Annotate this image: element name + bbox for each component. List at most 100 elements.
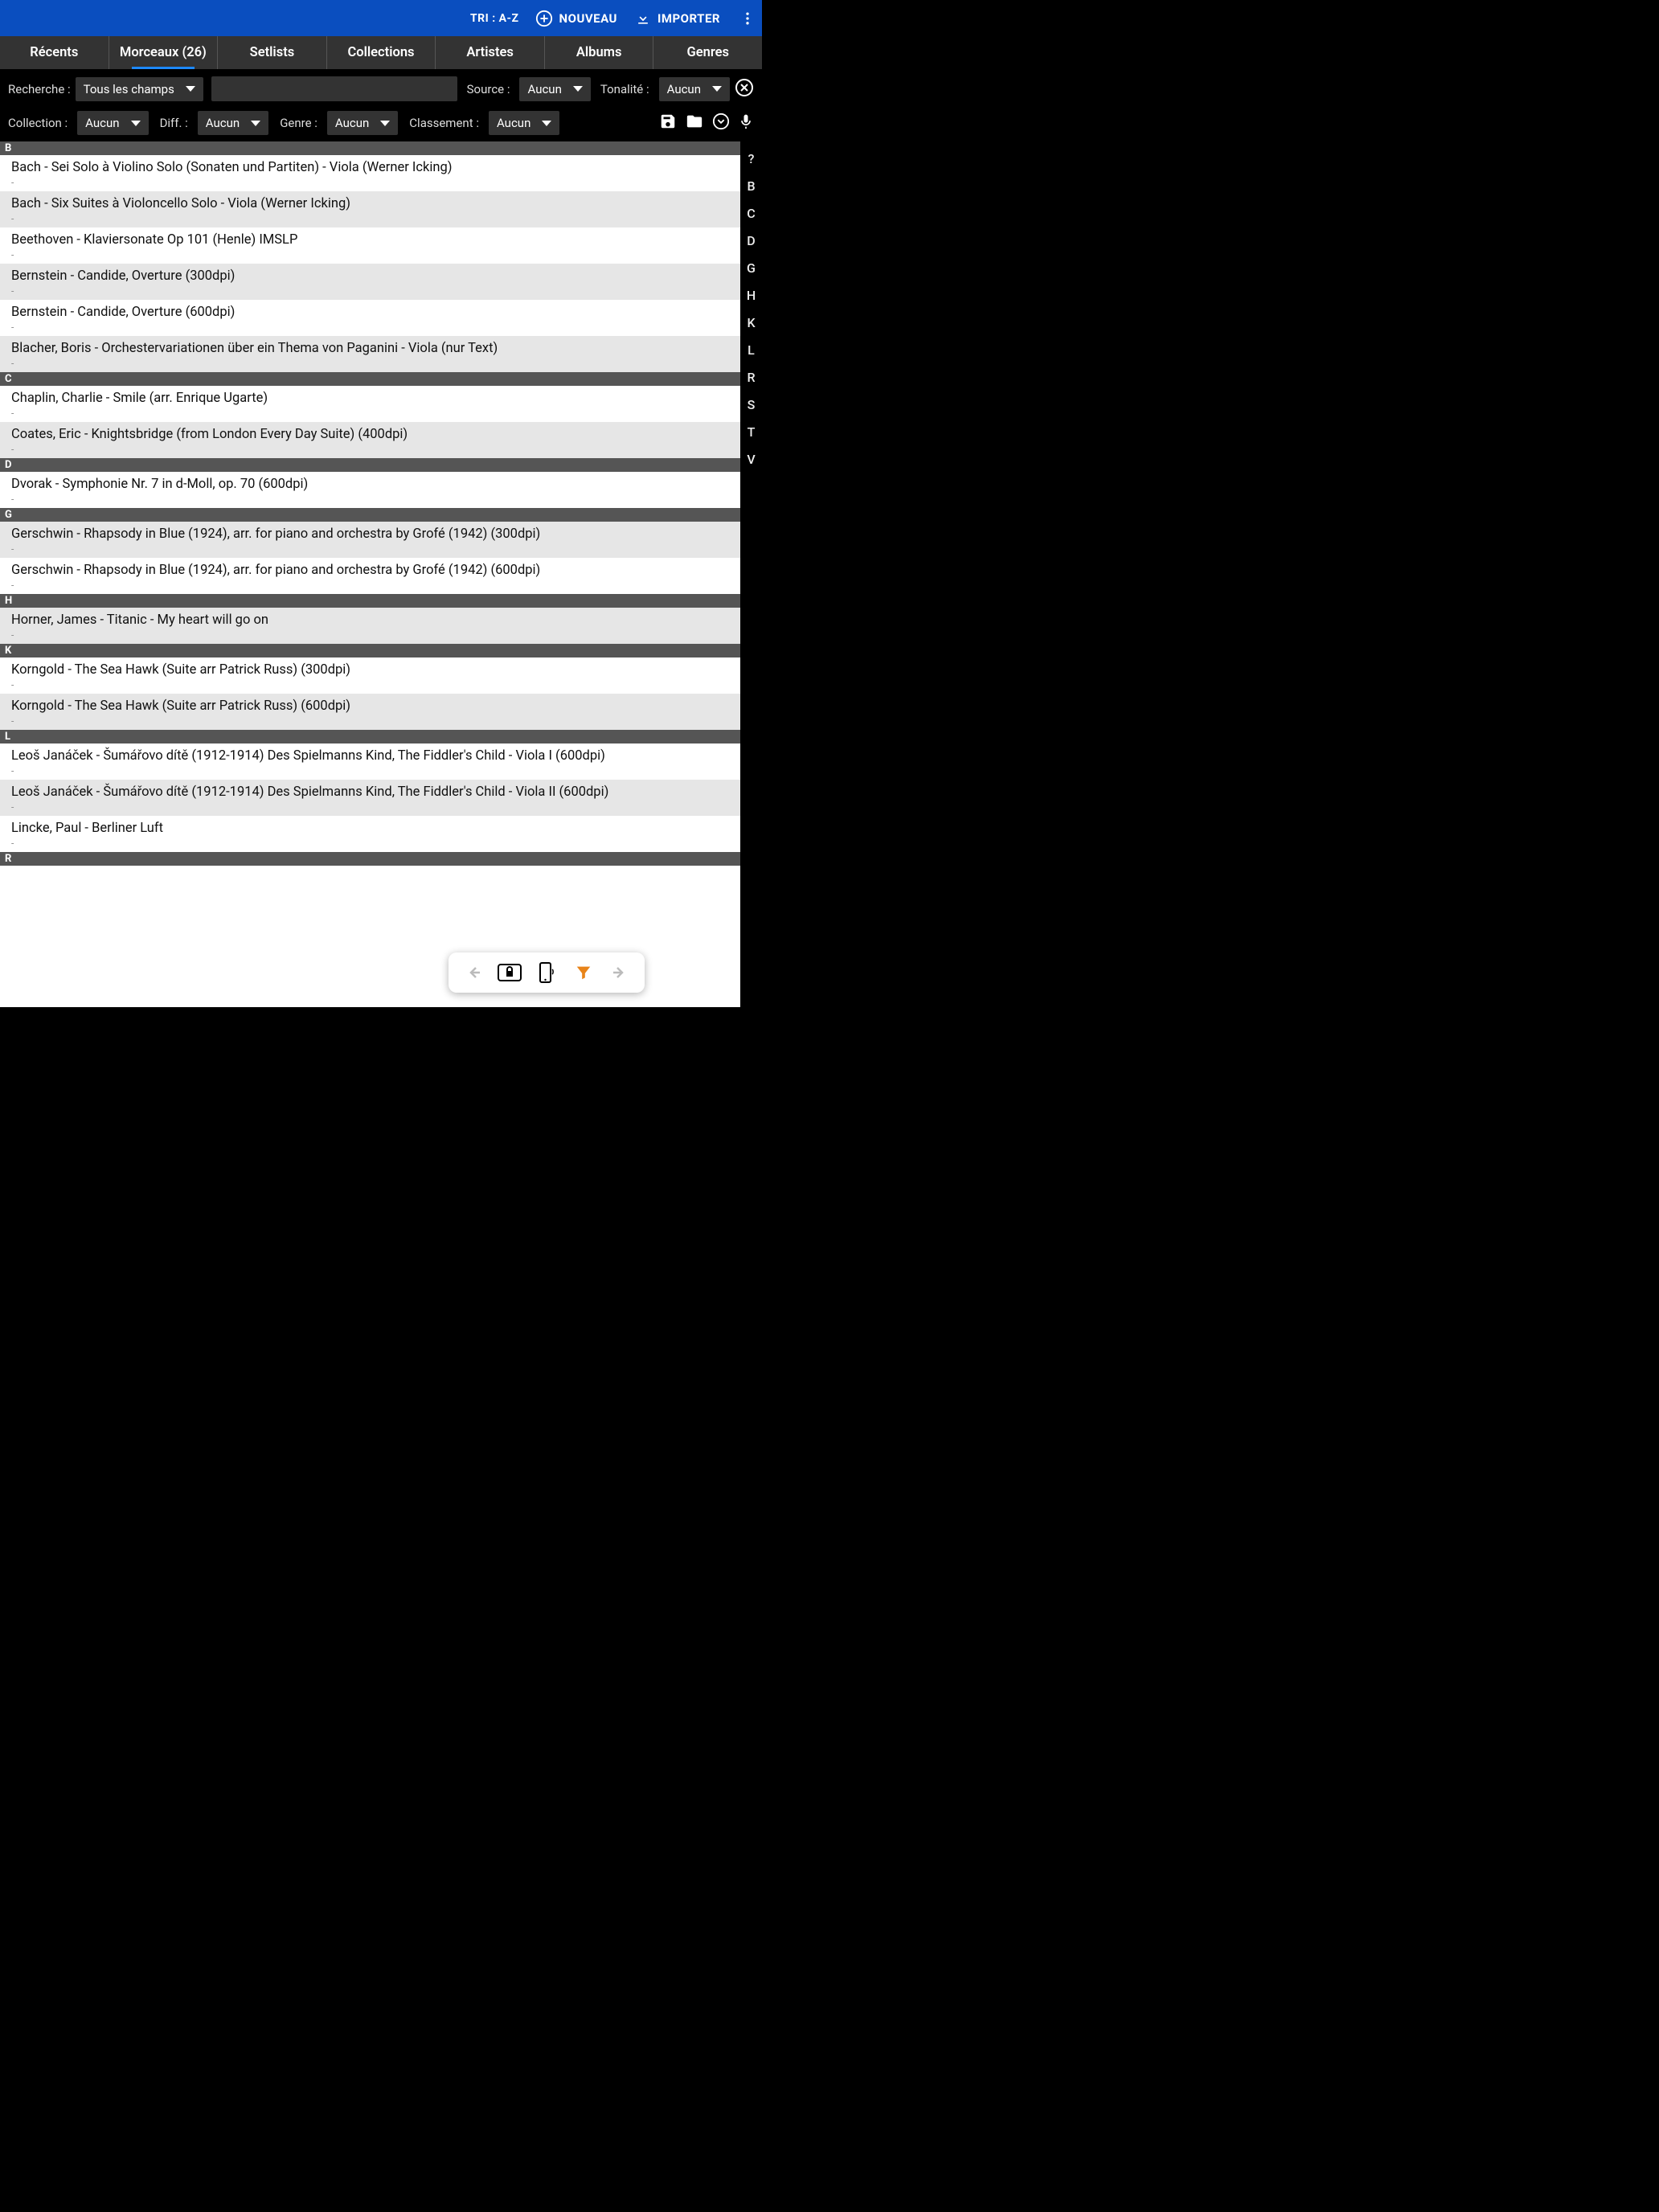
dropdown-circle-button[interactable] xyxy=(712,113,730,133)
song-row[interactable]: Gerschwin - Rhapsody in Blue (1924), arr… xyxy=(0,558,740,594)
alpha-index-letter[interactable]: H xyxy=(747,281,756,309)
sort-button[interactable]: TRI : A-Z xyxy=(470,12,519,25)
song-title: Korngold - The Sea Hawk (Suite arr Patri… xyxy=(11,698,729,714)
list-container: B Bach - Sei Solo à Violino Solo (Sonaten… xyxy=(0,141,762,1007)
source-select[interactable]: Aucun xyxy=(519,77,590,101)
song-row[interactable]: Bach - Sei Solo à Violino Solo (Sonaten … xyxy=(0,155,740,191)
search-field-value: Tous les champs xyxy=(84,82,174,96)
tab-genres[interactable]: Genres xyxy=(653,36,762,69)
alpha-index-letter[interactable]: K xyxy=(747,309,755,336)
alpha-index-letter[interactable]: R xyxy=(747,363,755,391)
source-value: Aucun xyxy=(527,82,561,96)
device-button[interactable] xyxy=(532,962,561,983)
chevron-down-icon xyxy=(131,121,141,126)
song-row[interactable]: Coates, Eric - Knightsbridge (from Londo… xyxy=(0,422,740,458)
save-button[interactable] xyxy=(659,113,677,133)
song-subtitle: - xyxy=(11,408,729,419)
more-menu-button[interactable] xyxy=(738,10,757,27)
tab-songs[interactable]: Morceaux (26) xyxy=(109,36,219,69)
key-select[interactable]: Aucun xyxy=(659,77,730,101)
song-title: Dvorak - Symphonie Nr. 7 in d-Moll, op. … xyxy=(11,477,729,492)
song-subtitle: - xyxy=(11,249,729,260)
alpha-index-letter[interactable]: C xyxy=(747,199,755,227)
tab-recents[interactable]: Récents xyxy=(0,36,109,69)
lock-rotation-button[interactable] xyxy=(495,964,524,981)
song-row[interactable]: Korngold - The Sea Hawk (Suite arr Patri… xyxy=(0,657,740,694)
clear-filters-button[interactable] xyxy=(735,78,754,100)
song-row[interactable]: Bernstein - Candide, Overture (600dpi)- xyxy=(0,300,740,336)
search-input[interactable] xyxy=(211,76,457,101)
song-row[interactable]: Chaplin, Charlie - Smile (arr. Enrique U… xyxy=(0,386,740,422)
key-label: Tonalité : xyxy=(600,82,649,96)
import-button-label: IMPORTER xyxy=(657,11,720,26)
alpha-index-letter[interactable]: ? xyxy=(748,145,755,172)
alpha-index: ?BCDGHKLRSTV xyxy=(740,141,762,473)
tab-collections[interactable]: Collections xyxy=(327,36,436,69)
collection-select[interactable]: Aucun xyxy=(77,111,148,135)
arrow-right-icon xyxy=(610,963,629,982)
folder-button[interactable] xyxy=(685,113,704,133)
song-subtitle: - xyxy=(11,679,729,690)
section-header: R xyxy=(0,852,740,866)
genre-value: Aucun xyxy=(335,116,369,130)
download-icon xyxy=(635,10,651,27)
diff-select[interactable]: Aucun xyxy=(198,111,268,135)
song-row[interactable]: Korngold - The Sea Hawk (Suite arr Patri… xyxy=(0,694,740,730)
alpha-index-letter[interactable]: B xyxy=(747,172,755,199)
import-button[interactable]: IMPORTER xyxy=(635,10,720,27)
alpha-index-letter[interactable]: V xyxy=(747,445,755,473)
song-row[interactable]: Lincke, Paul - Berliner Luft- xyxy=(0,816,740,852)
lock-landscape-icon xyxy=(498,964,522,981)
song-subtitle: - xyxy=(11,444,729,455)
rating-value: Aucun xyxy=(497,116,530,130)
song-row[interactable]: Dvorak - Symphonie Nr. 7 in d-Moll, op. … xyxy=(0,472,740,508)
song-subtitle: - xyxy=(11,801,729,813)
song-row[interactable]: Bach - Six Suites à Violoncello Solo - V… xyxy=(0,191,740,227)
tab-albums[interactable]: Albums xyxy=(545,36,654,69)
tab-artists[interactable]: Artistes xyxy=(436,36,545,69)
tab-setlists[interactable]: Setlists xyxy=(218,36,327,69)
next-button[interactable] xyxy=(605,963,634,982)
chevron-down-icon xyxy=(542,121,551,126)
alpha-index-letter[interactable]: S xyxy=(748,391,756,418)
song-subtitle: - xyxy=(11,322,729,333)
prev-button[interactable] xyxy=(459,963,488,982)
phone-sound-icon xyxy=(538,962,555,983)
plus-circle-icon xyxy=(535,10,553,27)
section-header: L xyxy=(0,730,740,743)
song-row[interactable]: Bernstein - Candide, Overture (300dpi)- xyxy=(0,264,740,300)
song-subtitle: - xyxy=(11,765,729,776)
search-label: Recherche : xyxy=(8,82,71,96)
alpha-index-letter[interactable]: T xyxy=(748,418,756,445)
song-row[interactable]: Gerschwin - Rhapsody in Blue (1924), arr… xyxy=(0,522,740,558)
section-header: K xyxy=(0,644,740,657)
song-row[interactable]: Blacher, Boris - Orchestervariationen üb… xyxy=(0,336,740,372)
song-title: Bach - Six Suites à Violoncello Solo - V… xyxy=(11,196,729,211)
song-subtitle: - xyxy=(11,543,729,555)
section-header: G xyxy=(0,508,740,522)
search-field-select[interactable]: Tous les champs xyxy=(76,77,203,101)
alpha-index-letter[interactable]: D xyxy=(747,227,755,254)
more-vertical-icon xyxy=(739,10,756,27)
rating-select[interactable]: Aucun xyxy=(489,111,559,135)
collection-label: Collection : xyxy=(8,116,68,130)
save-icon xyxy=(659,113,677,130)
song-title: Horner, James - Titanic - My heart will … xyxy=(11,612,729,628)
song-row[interactable]: Leoš Janáček - Šumářovo dítě (1912-1914)… xyxy=(0,780,740,816)
song-row[interactable]: Beethoven - Klaviersonate Op 101 (Henle)… xyxy=(0,227,740,264)
new-button[interactable]: NOUVEAU xyxy=(535,10,617,27)
alpha-index-letter[interactable]: L xyxy=(748,336,755,363)
song-list[interactable]: BBach - Sei Solo à Violino Solo (Sonaten… xyxy=(0,141,740,1007)
chevron-down-icon xyxy=(712,86,722,92)
song-title: Bach - Sei Solo à Violino Solo (Sonaten … xyxy=(11,160,729,175)
song-row[interactable]: Leoš Janáček - Šumářovo dítě (1912-1914)… xyxy=(0,743,740,780)
filter-button[interactable] xyxy=(569,964,598,981)
mic-button[interactable] xyxy=(738,113,754,133)
song-row[interactable]: Horner, James - Titanic - My heart will … xyxy=(0,608,740,644)
genre-select[interactable]: Aucun xyxy=(327,111,398,135)
song-subtitle: - xyxy=(11,838,729,849)
alpha-index-letter[interactable]: G xyxy=(747,254,756,281)
section-header: D xyxy=(0,458,740,472)
song-title: Chaplin, Charlie - Smile (arr. Enrique U… xyxy=(11,391,729,406)
close-circle-icon xyxy=(735,78,754,97)
